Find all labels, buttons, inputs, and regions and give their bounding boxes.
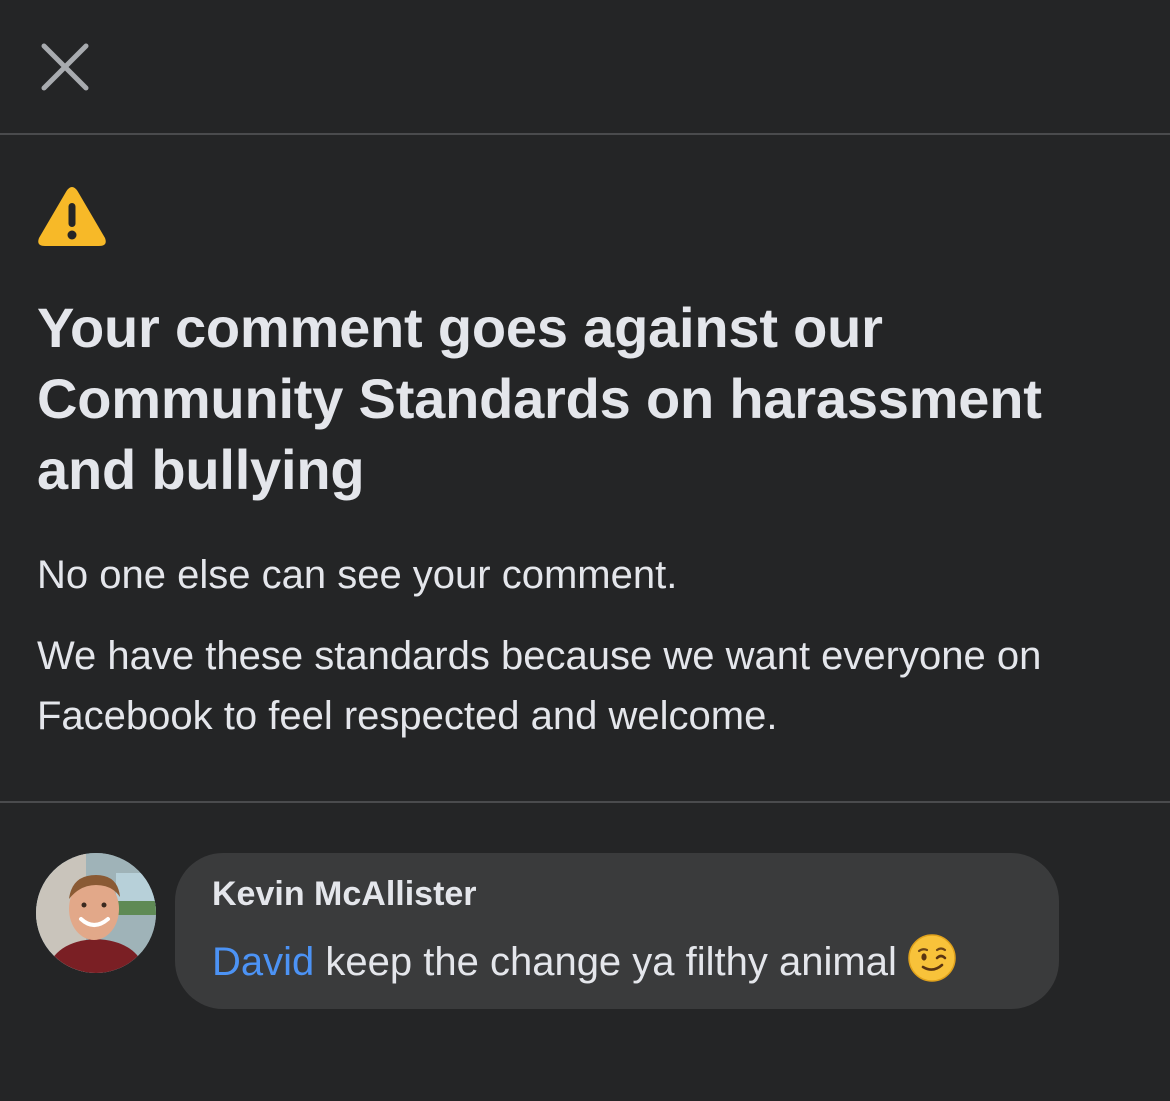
comment-body: keep the change ya filthy animal [314, 940, 897, 984]
avatar-photo [36, 853, 156, 973]
winking-face-emoji-icon [907, 933, 957, 983]
mention-link[interactable]: David [212, 940, 314, 984]
warning-triangle-icon [36, 186, 108, 248]
notice-title: Your comment goes against our Community … [37, 296, 1042, 501]
divider [0, 801, 1170, 803]
reason-text: We have these standards because we want … [37, 634, 1042, 738]
comment-bubble: Kevin McAllister David keep the change y… [175, 853, 1059, 1009]
close-button[interactable] [34, 36, 96, 98]
close-icon [41, 43, 89, 91]
top-bar [0, 0, 1170, 135]
comment-text: David keep the change ya filthy animal [212, 933, 957, 987]
visibility-text: No one else can see your comment. [37, 553, 678, 597]
comment-author[interactable]: Kevin McAllister [212, 875, 477, 914]
avatar[interactable] [36, 853, 156, 973]
moderation-notice-screen: Your comment goes against our Community … [0, 0, 1170, 1101]
